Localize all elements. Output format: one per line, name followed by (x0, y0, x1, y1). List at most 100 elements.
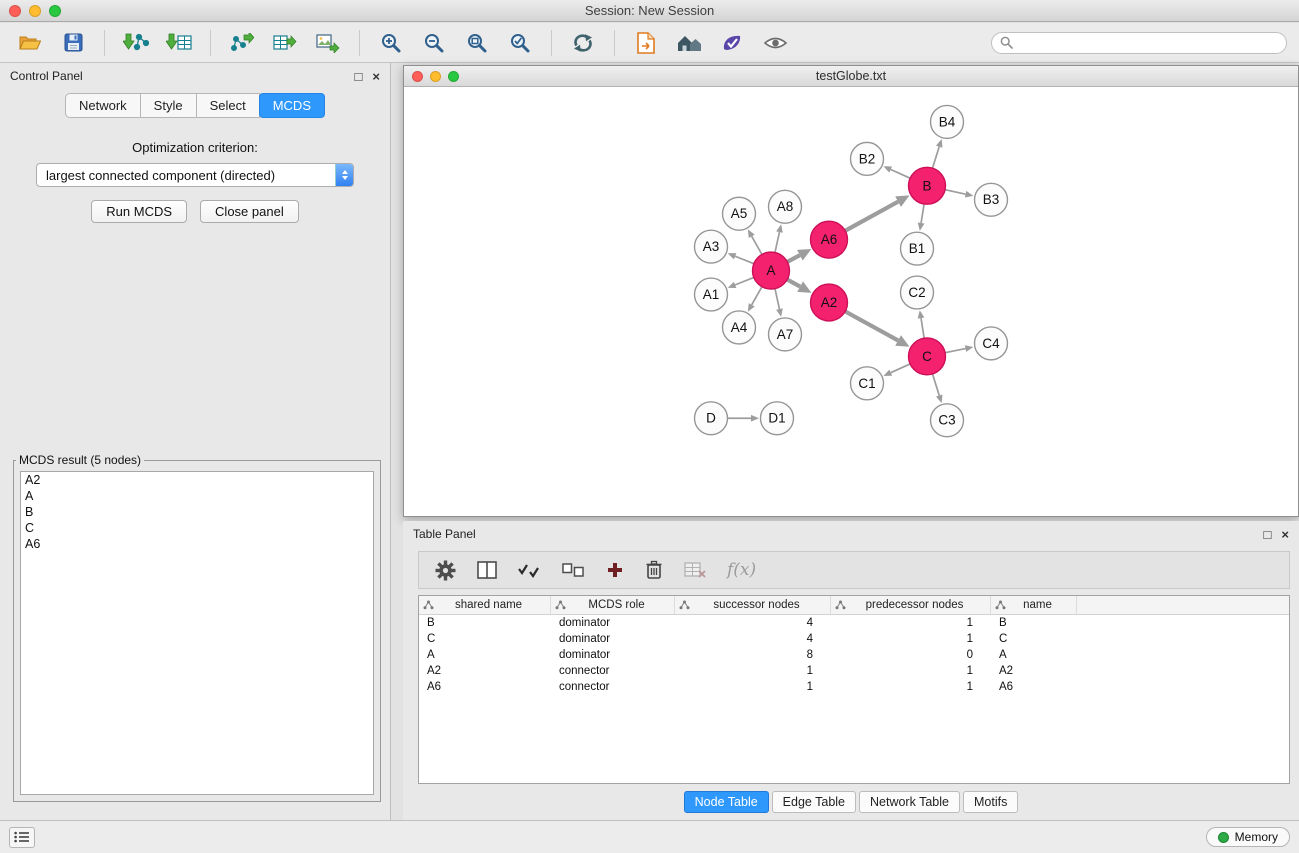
graph-node-A3[interactable]: A3 (695, 230, 728, 263)
table-row[interactable]: Bdominator41B (419, 615, 1289, 631)
graph-node-B2[interactable]: B2 (851, 142, 884, 175)
graph-edge-A-A8[interactable] (775, 224, 783, 252)
graph-edge-C-C4[interactable] (945, 345, 973, 352)
column-header-shared-name[interactable]: shared name (419, 596, 551, 614)
graph-node-B3[interactable]: B3 (975, 183, 1008, 216)
tab-network[interactable]: Network (65, 93, 141, 118)
unselect-all-icon[interactable] (562, 563, 585, 578)
tab-mcds[interactable]: MCDS (259, 93, 325, 118)
import-network-icon[interactable] (118, 27, 154, 59)
graph-node-B4[interactable]: B4 (931, 105, 964, 138)
graph-edge-D-D1[interactable] (728, 415, 760, 422)
graph-edge-A-A7[interactable] (775, 289, 783, 317)
tab-network-table[interactable]: Network Table (859, 791, 960, 813)
table-row[interactable]: Cdominator41C (419, 631, 1289, 647)
close-panel-button[interactable]: Close panel (200, 200, 299, 223)
mcds-result-list[interactable]: A2ABCA6 (20, 471, 374, 795)
graph-edge-C-C1[interactable] (883, 364, 910, 376)
graph-node-C4[interactable]: C4 (975, 327, 1008, 360)
zoom-in-icon[interactable] (373, 27, 409, 59)
table-row[interactable]: A6connector11A6 (419, 679, 1289, 695)
table-row[interactable]: A2connector11A2 (419, 663, 1289, 679)
close-panel-icon[interactable]: × (372, 70, 380, 83)
close-table-panel-icon[interactable]: × (1281, 528, 1289, 541)
delete-column-trash-icon[interactable] (645, 560, 663, 580)
tab-motifs[interactable]: Motifs (963, 791, 1018, 813)
tab-edge-table[interactable]: Edge Table (772, 791, 856, 813)
show-column-icon[interactable] (477, 561, 497, 579)
graph-node-A[interactable]: A (753, 252, 790, 289)
graph-node-C2[interactable]: C2 (901, 276, 934, 309)
zoom-out-icon[interactable] (416, 27, 452, 59)
graph-edge-A-A2[interactable] (787, 279, 811, 292)
column-header-successor-nodes[interactable]: successor nodes (675, 596, 831, 614)
tab-node-table[interactable]: Node Table (684, 791, 769, 813)
graph-edge-B-B2[interactable] (883, 166, 910, 178)
panels-menu-button[interactable] (9, 827, 35, 848)
table-cell: 1 (675, 681, 831, 693)
graph-node-A6[interactable]: A6 (811, 221, 848, 258)
select-all-icon[interactable] (518, 563, 541, 578)
export-network-icon[interactable] (224, 27, 260, 59)
zoom-fit-icon[interactable] (459, 27, 495, 59)
export-table-icon[interactable] (267, 27, 303, 59)
apply-layout-icon[interactable] (565, 27, 601, 59)
optimization-criterion-select[interactable]: largest connected component (directed) (36, 163, 354, 187)
open-document-icon[interactable] (628, 27, 664, 59)
column-header-predecessor-nodes[interactable]: predecessor nodes (831, 596, 991, 614)
export-image-icon[interactable] (310, 27, 346, 59)
graph-node-D1[interactable]: D1 (761, 402, 794, 435)
float-table-panel-icon[interactable]: □ (1264, 528, 1272, 541)
graph-edge-A-A1[interactable] (728, 277, 754, 288)
save-session-icon[interactable] (55, 27, 91, 59)
style-check-icon[interactable] (714, 27, 750, 59)
graph-edge-A-A4[interactable] (748, 287, 762, 312)
table-row[interactable]: Adominator80A (419, 647, 1289, 663)
mcds-result-item[interactable]: A2 (21, 472, 373, 488)
search-input[interactable] (1018, 36, 1278, 50)
graph-edge-B-B1[interactable] (918, 204, 925, 231)
mcds-result-item[interactable]: B (21, 504, 373, 520)
graph-node-C[interactable]: C (909, 338, 946, 375)
graph-node-A4[interactable]: A4 (723, 311, 756, 344)
graph-edge-A-A3[interactable] (728, 253, 754, 264)
search-box[interactable] (991, 32, 1287, 54)
network-window-titlebar[interactable]: testGlobe.txt (404, 66, 1298, 87)
graph-node-A8[interactable]: A8 (769, 190, 802, 223)
graph-edge-C-C2[interactable] (918, 310, 925, 338)
eye-icon[interactable] (757, 27, 793, 59)
graph-edge-B-B3[interactable] (945, 190, 973, 198)
float-panel-icon[interactable]: □ (355, 70, 363, 83)
graph-node-D[interactable]: D (695, 402, 728, 435)
graph-node-B1[interactable]: B1 (901, 232, 934, 265)
table-settings-gear-icon[interactable] (435, 560, 456, 581)
graph-edge-C-C3[interactable] (933, 374, 943, 403)
import-table-icon[interactable] (161, 27, 197, 59)
add-column-icon[interactable] (606, 561, 624, 579)
graph-node-A5[interactable]: A5 (723, 197, 756, 230)
network-canvas[interactable]: B4 B2 B B3 A5 A8 A6 B1 A3 A C2 A1 A2 A4 A7 C4 C C1 C3 D D1 (404, 88, 1298, 516)
graph-edge-A-A6[interactable] (787, 249, 811, 262)
zoom-selected-icon[interactable] (502, 27, 538, 59)
graph-node-A1[interactable]: A1 (695, 278, 728, 311)
memory-button[interactable]: Memory (1206, 827, 1290, 847)
run-mcds-button[interactable]: Run MCDS (91, 200, 187, 223)
graph-node-A7[interactable]: A7 (769, 318, 802, 351)
graph-edge-A6-B[interactable] (845, 195, 909, 230)
graph-edge-B-B4[interactable] (933, 139, 943, 168)
column-header-name[interactable]: name (991, 596, 1077, 614)
mcds-result-item[interactable]: C (21, 520, 373, 536)
home-icon[interactable] (671, 27, 707, 59)
mcds-result-item[interactable]: A (21, 488, 373, 504)
open-file-icon[interactable] (12, 27, 48, 59)
graph-edge-A-A5[interactable] (748, 229, 762, 254)
graph-edge-A2-C[interactable] (845, 311, 909, 346)
graph-node-C1[interactable]: C1 (851, 367, 884, 400)
graph-node-B[interactable]: B (909, 167, 946, 204)
tab-style[interactable]: Style (140, 93, 197, 118)
mcds-result-item[interactable]: A6 (21, 536, 373, 552)
column-header-mcds-role[interactable]: MCDS role (551, 596, 675, 614)
tab-select[interactable]: Select (196, 93, 260, 118)
graph-node-A2[interactable]: A2 (811, 284, 848, 321)
graph-node-C3[interactable]: C3 (931, 404, 964, 437)
